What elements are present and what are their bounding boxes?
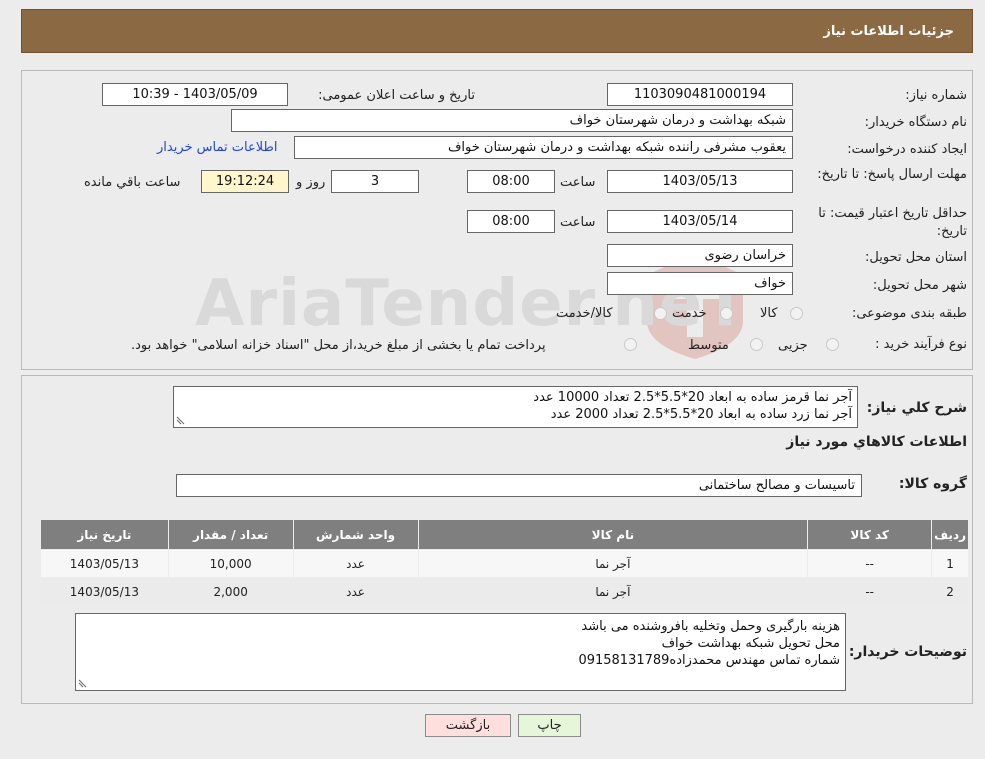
cell-name: آجر نما [417,577,809,606]
process-radio-medium[interactable] [750,338,763,351]
goods-section-title: اطلاعات کالاهاي مورد نياز [786,434,967,450]
buyer-org-field: شبکه بهداشت و درمان شهرستان خواف [231,109,793,132]
category-radio-goods[interactable] [790,307,803,320]
validity-date-field: 1403/05/14 [607,210,793,233]
col-unit: واحد شمارش [292,519,419,550]
col-qty: تعداد / مقدار [167,519,294,550]
cell-unit: عدد [292,577,419,606]
creator-field: یعقوب مشرفی راننده شبکه بهداشت و درمان ش… [294,136,793,159]
province-field: خراسان رضوی [607,244,793,267]
validity-time-label: ساعت [560,215,596,230]
cell-date: 1403/05/13 [40,577,169,606]
cell-unit: عدد [292,549,419,578]
items-table: رديف کد کالا نام کالا واحد شمارش تعداد /… [40,519,969,606]
goods-group-field: تاسیسات و مصالح ساختمانی [176,474,862,497]
reply-date-field: 1403/05/13 [607,170,793,193]
process-radio-minor[interactable] [826,338,839,351]
reply-time-label: ساعت [560,175,596,190]
table-header-row: رديف کد کالا نام کالا واحد شمارش تعداد /… [40,519,969,550]
cell-row: 2 [931,577,969,606]
col-code: کد کالا [807,519,933,550]
cell-date: 1403/05/13 [40,549,169,578]
back-button[interactable]: بازگشت [425,714,511,737]
summary-label: شرح كلي نياز: [866,400,967,416]
cell-name: آجر نما [417,549,809,578]
city-label: شهر محل تحویل: [872,278,967,293]
category-radio-goods-service[interactable] [654,307,667,320]
province-label: استان محل تحویل: [865,250,967,265]
notes-label: توضیحات خریدار: [848,644,967,660]
announce-field: 1403/05/09 - 10:39 [102,83,288,106]
print-button[interactable]: چاپ [518,714,581,737]
col-row: رديف [931,519,969,550]
buyer-org-label: نام دستگاه خریدار: [864,115,967,130]
remaining-time-field: 19:12:24 [201,170,289,193]
category-option-service: خدمت [672,306,707,321]
process-label: نوع فرآیند خرید : [875,337,967,352]
col-date: تاریخ نیاز [40,519,169,550]
items-table-wrap: رديف کد کالا نام کالا واحد شمارش تعداد /… [40,519,969,606]
table-row: 2 -- آجر نما عدد 2,000 1403/05/13 [40,577,969,606]
summary-textarea[interactable]: آجر نما قرمز ساده به ابعاد 20*5.5*2.5 تع… [173,386,858,428]
category-radio-service[interactable] [720,307,733,320]
cell-qty: 10,000 [167,549,294,578]
days-field: 3 [331,170,419,193]
days-label: روز و [296,175,326,190]
validity-time-field: 08:00 [467,210,555,233]
notes-line-3: شماره تماس مهندس محمدزاده09158131789 [578,653,840,668]
resize-handle-icon[interactable] [78,678,88,688]
category-option-goods: کالا [760,306,778,321]
category-option-goods-service: کالا/خدمت [556,306,613,321]
col-name: نام کالا [417,519,809,550]
table-row: 1 -- آجر نما عدد 10,000 1403/05/13 [40,549,969,578]
cell-code: -- [807,549,933,578]
buyer-contact-link[interactable]: اطلاعات تماس خریدار [157,140,277,155]
validity-label: حداقل تاریخ اعتبار قیمت: تا تاریخ: [818,206,967,239]
reply-time-field: 08:00 [467,170,555,193]
process-option-minor: جزیی [778,338,808,353]
remaining-label: ساعت باقي مانده [84,175,181,190]
cell-qty: 2,000 [167,577,294,606]
goods-group-label: گروه کالا: [898,476,967,492]
need-number-label: شماره نیاز: [905,88,967,103]
category-label: طبقه بندی موضوعی: [851,306,967,321]
notes-line-2: محل تحویل شبکه بهداشت خواف [661,636,840,651]
cell-code: -- [807,577,933,606]
summary-line-1: آجر نما قرمز ساده به ابعاد 20*5.5*2.5 تع… [533,390,852,405]
payment-note: پرداخت تمام یا بخشی از مبلغ خرید،از محل … [131,338,546,353]
cell-row: 1 [931,549,969,578]
resize-handle-icon[interactable] [176,415,186,425]
page-header: جزئیات اطلاعات نیاز [21,9,973,53]
notes-line-1: هزینه بارگیری وحمل وتخلیه بافروشنده می ب… [581,619,840,634]
city-field: خواف [607,272,793,295]
process-option-medium: متوسط [688,338,729,353]
process-radio-treasury[interactable] [624,338,637,351]
reply-deadline-label: مهلت ارسال پاسخ: تا تاریخ: [817,167,967,182]
notes-textarea[interactable]: هزینه بارگیری وحمل وتخلیه بافروشنده می ب… [75,613,846,691]
page-title: جزئیات اطلاعات نیاز [823,23,954,39]
need-number-field: 1103090481000194 [607,83,793,106]
summary-line-2: آجر نما زرد ساده به ابعاد 20*5.5*2.5 تعد… [550,407,852,422]
creator-label: ایجاد کننده درخواست: [847,142,967,157]
announce-label: تاریخ و ساعت اعلان عمومی: [318,88,475,103]
